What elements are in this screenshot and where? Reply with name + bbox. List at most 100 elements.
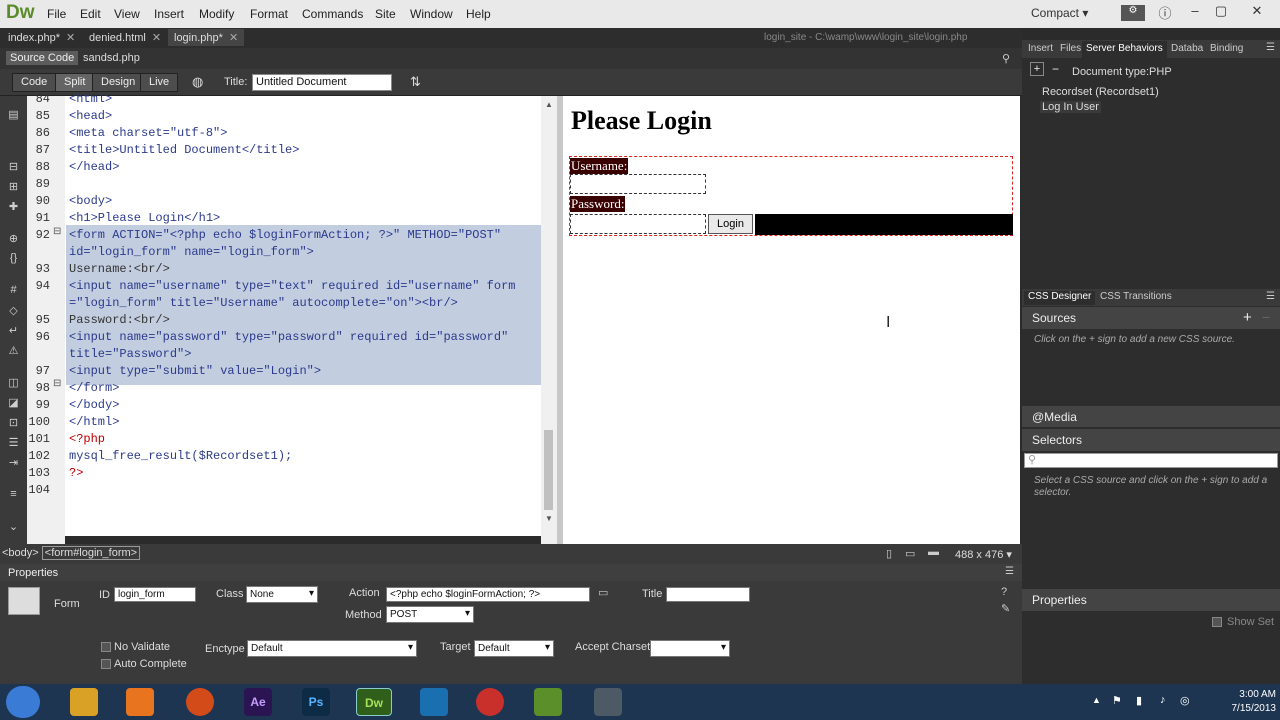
split-view-button[interactable]: Split bbox=[55, 73, 95, 92]
auto-complete-checkbox[interactable] bbox=[101, 659, 111, 669]
minecraft-icon[interactable] bbox=[534, 688, 562, 716]
tab-css-designer[interactable]: CSS Designer bbox=[1024, 291, 1096, 305]
code-line[interactable]: <?php bbox=[69, 432, 105, 446]
action-field[interactable]: <?php echo $loginFormAction; ?> bbox=[386, 587, 590, 602]
network-icon[interactable]: ◎ bbox=[1180, 694, 1190, 707]
after-effects-icon[interactable]: Ae bbox=[244, 688, 272, 716]
firefox-icon[interactable] bbox=[186, 688, 214, 716]
code-line[interactable]: </body> bbox=[69, 398, 119, 412]
scroll-up-icon[interactable]: ▲ bbox=[545, 100, 553, 109]
close-icon[interactable]: ✕ bbox=[1246, 3, 1268, 23]
tab-bindings[interactable]: Binding bbox=[1210, 43, 1243, 57]
balance-braces-icon[interactable]: {} bbox=[6, 252, 21, 265]
password-field[interactable] bbox=[570, 214, 706, 234]
sync-icon[interactable]: ⚙ bbox=[1121, 5, 1145, 21]
comment-icon[interactable]: ◫ bbox=[6, 376, 21, 389]
panel-menu-icon[interactable]: ☰ bbox=[1005, 566, 1014, 577]
code-line[interactable]: <meta charset="utf-8"> bbox=[69, 126, 227, 140]
tab-databases[interactable]: Databa bbox=[1171, 43, 1203, 57]
design-view-button[interactable]: Design bbox=[92, 73, 145, 92]
code-line[interactable]: <input type="submit" value="Login"> bbox=[69, 364, 321, 378]
menu-format[interactable]: Format bbox=[250, 7, 288, 21]
tablet-size-icon[interactable]: ▭ bbox=[905, 547, 915, 560]
line-numbers-icon[interactable]: # bbox=[6, 284, 21, 297]
code-line[interactable]: <form ACTION="<?php echo $loginFormActio… bbox=[69, 228, 501, 242]
selector-filter-input[interactable] bbox=[1024, 453, 1278, 468]
code-line[interactable]: Password:<br/> bbox=[69, 313, 170, 327]
maximize-icon[interactable]: ▢ bbox=[1210, 3, 1232, 23]
code-line[interactable]: </html> bbox=[69, 415, 119, 429]
signal-icon[interactable]: ▮ bbox=[1136, 694, 1142, 707]
code-line[interactable]: <body> bbox=[69, 194, 112, 208]
id-field[interactable]: login_form bbox=[114, 587, 196, 602]
no-validate-checkbox[interactable] bbox=[101, 642, 111, 652]
code-line[interactable]: <head> bbox=[69, 109, 112, 123]
title-input[interactable]: Untitled Document bbox=[252, 74, 392, 91]
desktop-size-icon[interactable]: ▬ bbox=[928, 546, 939, 558]
highlight-invalid-icon[interactable]: ◇ bbox=[6, 304, 21, 317]
enctype-select[interactable]: Default bbox=[247, 640, 417, 657]
menu-window[interactable]: Window bbox=[410, 7, 453, 21]
code-line[interactable]: id="login_form" name="login_form"> bbox=[69, 245, 314, 259]
tray-arrow-icon[interactable]: ▲ bbox=[1092, 695, 1101, 705]
code-line[interactable]: Username:<br/> bbox=[69, 262, 170, 276]
file-management-icon[interactable]: ⇅ bbox=[410, 74, 421, 90]
volume-icon[interactable]: ♪ bbox=[1160, 694, 1166, 706]
tab-denied[interactable]: denied.html ✕ bbox=[83, 29, 167, 46]
start-button[interactable] bbox=[6, 686, 40, 718]
minimize-icon[interactable]: – bbox=[1184, 3, 1206, 23]
menu-insert[interactable]: Insert bbox=[154, 7, 184, 21]
scroll-down-icon[interactable]: ▼ bbox=[545, 514, 553, 523]
tab-insert[interactable]: Insert bbox=[1028, 43, 1053, 57]
behavior-item[interactable]: Recordset (Recordset1) bbox=[1042, 86, 1159, 98]
menu-edit[interactable]: Edit bbox=[80, 7, 101, 21]
target-select[interactable]: Default bbox=[474, 640, 554, 657]
indent-icon[interactable]: ≡ bbox=[6, 488, 21, 501]
syntax-error-icon[interactable]: ⚠ bbox=[6, 344, 21, 357]
menu-modify[interactable]: Modify bbox=[199, 7, 234, 21]
expand-all-icon[interactable]: ✚ bbox=[6, 200, 21, 213]
remove-behavior-icon[interactable]: − bbox=[1052, 62, 1059, 76]
code-view-button[interactable]: Code bbox=[12, 73, 57, 92]
folder-icon[interactable]: ▭ bbox=[598, 586, 608, 599]
code-line[interactable]: <input name="username" type="text" requi… bbox=[69, 279, 515, 293]
wrap-tag-icon[interactable]: ⊡ bbox=[6, 416, 21, 429]
add-source-icon[interactable]: + bbox=[1243, 309, 1252, 326]
mobile-size-icon[interactable]: ▯ bbox=[886, 547, 892, 560]
select-parent-icon[interactable]: ⊕ bbox=[6, 232, 21, 245]
show-set-checkbox[interactable] bbox=[1212, 617, 1222, 627]
code-line[interactable]: <title>Untitled Document</title> bbox=[69, 143, 299, 157]
tab-css-transitions[interactable]: CSS Transitions bbox=[1100, 291, 1172, 305]
globe-icon[interactable]: ◍ bbox=[192, 74, 203, 90]
collapse-tag-icon[interactable]: ⊟ bbox=[6, 160, 21, 173]
code-line[interactable]: </form> bbox=[69, 381, 119, 395]
clock[interactable]: 3:00 AM 7/15/2013 bbox=[1196, 688, 1277, 716]
tab-index[interactable]: index.php* ✕ bbox=[2, 29, 81, 46]
quick-tag-editor-icon[interactable]: ✎ bbox=[1001, 602, 1010, 615]
panel-menu-icon[interactable]: ☰ bbox=[1266, 291, 1275, 302]
tag-form[interactable]: <form#login_form> bbox=[41, 546, 141, 560]
source-code-button[interactable]: Source Code bbox=[6, 51, 79, 65]
related-file[interactable]: sandsd.php bbox=[83, 52, 140, 64]
workspace-switcher[interactable]: Compact ▾ bbox=[1031, 6, 1088, 20]
collapse-icon[interactable]: ⊟ bbox=[53, 226, 61, 237]
login-button[interactable]: Login bbox=[708, 214, 753, 234]
tab-login[interactable]: login.php* ✕ bbox=[168, 29, 245, 46]
explorer-icon[interactable] bbox=[70, 688, 98, 716]
menu-file[interactable]: File bbox=[47, 7, 66, 21]
code-line[interactable]: <h1>Please Login</h1> bbox=[69, 211, 220, 225]
close-icon[interactable]: ✕ bbox=[152, 32, 161, 44]
class-select[interactable]: None bbox=[246, 586, 318, 603]
code-line[interactable]: title="Password"> bbox=[69, 347, 191, 361]
code-line[interactable]: ="login_form" title="Username" autocompl… bbox=[69, 296, 458, 310]
chevron-down-icon[interactable]: ⌄ bbox=[6, 520, 21, 533]
panel-menu-icon[interactable]: ☰ bbox=[1266, 42, 1275, 53]
accept-charset-select[interactable] bbox=[650, 640, 730, 657]
close-icon[interactable]: ✕ bbox=[229, 32, 238, 44]
app-icon[interactable] bbox=[594, 688, 622, 716]
menu-view[interactable]: View bbox=[114, 7, 140, 21]
tab-server-behaviors[interactable]: Server Behaviors bbox=[1082, 41, 1167, 59]
live-view-button[interactable]: Live bbox=[140, 73, 179, 92]
help-icon[interactable]: ⓘ bbox=[1154, 3, 1176, 23]
word-wrap-icon[interactable]: ↵ bbox=[6, 324, 21, 337]
